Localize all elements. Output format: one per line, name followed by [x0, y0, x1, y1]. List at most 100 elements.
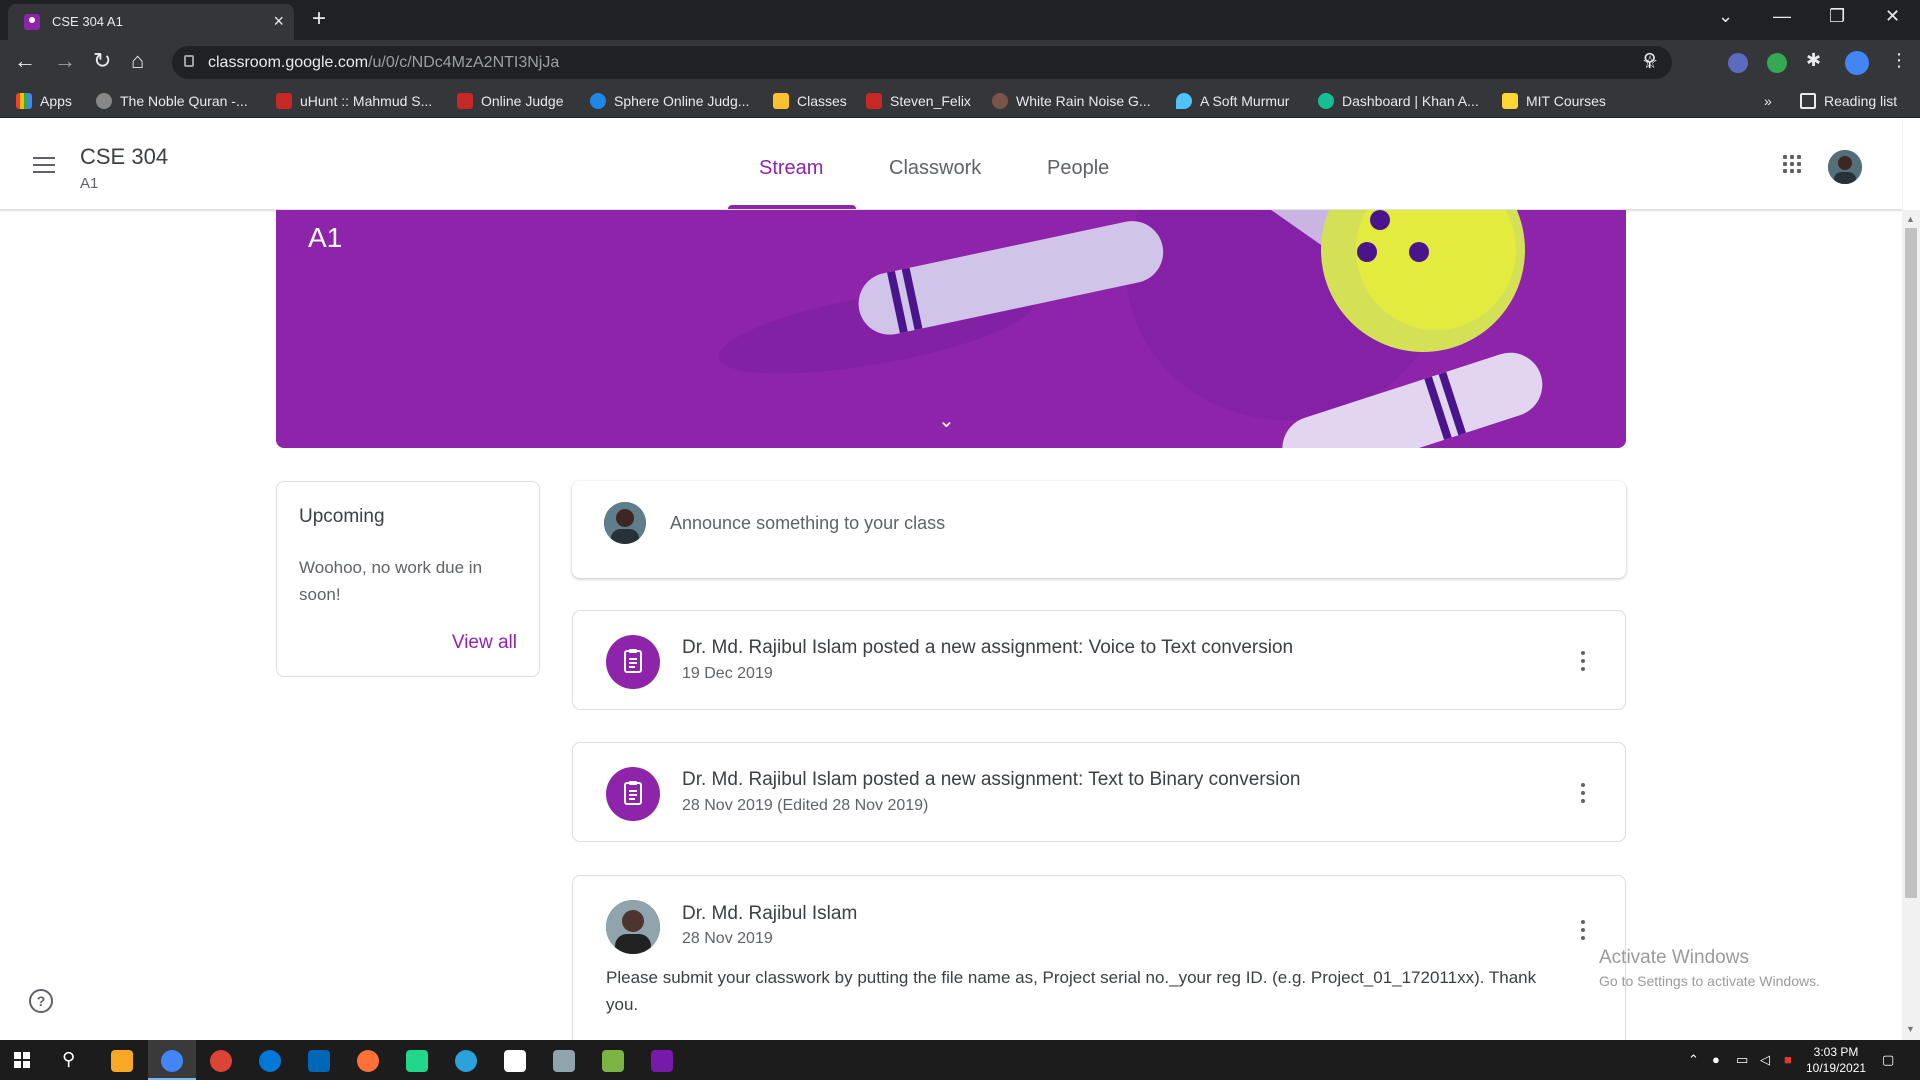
post-date: 19 Dec 2019 [682, 665, 773, 682]
vscode-icon[interactable] [308, 1050, 330, 1072]
onenote-icon[interactable] [651, 1050, 673, 1072]
spoj-icon [590, 93, 606, 109]
bookmark-white-rain[interactable]: White Rain Noise G... [992, 93, 1151, 109]
close-tab-icon[interactable]: × [273, 11, 284, 32]
profile-icon[interactable] [1845, 51, 1869, 75]
firefox-icon[interactable] [357, 1050, 379, 1072]
calculator-icon[interactable] [602, 1050, 624, 1072]
antivirus-icon[interactable]: ■ [1784, 1052, 1792, 1067]
close-window-icon[interactable]: ✕ [1885, 6, 1900, 27]
windows-start-icon[interactable] [14, 1052, 30, 1068]
url-text: classroom.google.com/u/0/c/NDc4MzA2NTI3N… [208, 54, 560, 71]
announce-box[interactable]: Announce something to your class [572, 481, 1626, 578]
stream-post[interactable]: Dr. Md. Rajibul Islam posted a new assig… [572, 610, 1626, 710]
restore-icon[interactable]: ❐ [1829, 6, 1845, 27]
class-title[interactable]: CSE 304 [80, 144, 168, 170]
upcoming-card: Upcoming Woohoo, no work due in soon! Vi… [276, 481, 540, 677]
microphone-icon[interactable]: ● [1712, 1052, 1720, 1067]
scroll-up-icon[interactable]: ▲ [1906, 214, 1915, 224]
network-icon[interactable]: ▭ [1736, 1052, 1748, 1068]
more-bookmarks-button[interactable]: » [1764, 93, 1772, 109]
active-tab-indicator [728, 205, 856, 209]
chrome-profile-icon[interactable] [210, 1050, 232, 1072]
notifications-icon[interactable]: ▢ [1882, 1052, 1894, 1068]
bookmark-uhunt[interactable]: uHunt :: Mahmud S... [276, 93, 432, 109]
google-apps-icon[interactable] [1783, 155, 1801, 173]
bookmark-spoj[interactable]: Sphere Online Judg... [590, 93, 749, 109]
bookmark-online-judge[interactable]: Online Judge [457, 93, 564, 109]
scroll-down-icon[interactable]: ▼ [1906, 1024, 1915, 1034]
minimize-icon[interactable]: — [1773, 6, 1791, 27]
more-options-icon[interactable] [1581, 920, 1585, 944]
activate-windows-watermark: Activate Windows Go to Settings to activ… [1599, 947, 1820, 989]
tab-search-icon[interactable]: ⌄ [1718, 6, 1733, 27]
tab-stream[interactable]: Stream [759, 157, 823, 180]
account-avatar[interactable] [1828, 150, 1862, 184]
extensions-puzzle-icon[interactable]: ✱ [1806, 50, 1821, 71]
author-avatar [606, 900, 660, 954]
uva-icon [866, 93, 882, 109]
upcoming-title: Upcoming [299, 506, 385, 527]
post-title[interactable]: Dr. Md. Rajibul Islam posted a new assig… [682, 637, 1293, 659]
forward-icon[interactable]: → [54, 48, 76, 74]
bookmark-quran[interactable]: The Noble Quran -... [96, 93, 248, 109]
uva-icon [276, 93, 292, 109]
bookmark-apps[interactable]: Apps [16, 93, 72, 109]
stream-post[interactable]: Dr. Md. Rajibul Islam posted a new assig… [572, 742, 1626, 842]
bookmark-steven-felix[interactable]: Steven_Felix [866, 93, 971, 109]
classroom-favicon-icon [24, 14, 40, 30]
edge-icon[interactable] [259, 1050, 281, 1072]
bookmark-khan[interactable]: Dashboard | Khan A... [1318, 93, 1479, 109]
menu-kebab-icon[interactable]: ⋮ [1890, 50, 1908, 71]
tab-title: CSE 304 A1 [52, 14, 123, 29]
tab-people[interactable]: People [1047, 157, 1109, 180]
home-icon[interactable]: ⌂ [131, 48, 144, 74]
search-icon[interactable]: ⚲ [62, 1049, 75, 1070]
assignment-icon [606, 635, 660, 689]
khan-icon [1318, 93, 1334, 109]
more-options-icon[interactable] [1581, 783, 1585, 807]
reading-list-icon [1800, 93, 1816, 109]
tray-chevron-icon[interactable]: ⌃ [1688, 1052, 1699, 1068]
chevron-down-icon[interactable]: ⌄ [938, 408, 955, 433]
reading-list-button[interactable]: Reading list [1800, 93, 1897, 109]
help-icon[interactable]: ? [29, 989, 53, 1013]
folder-icon [1502, 93, 1518, 109]
back-icon[interactable]: ← [14, 48, 36, 74]
page-scrollbar[interactable]: ▲ ▼ [1902, 210, 1920, 1040]
browser-tab[interactable]: CSE 304 A1 × [8, 4, 294, 40]
view-all-link[interactable]: View all [452, 632, 517, 654]
address-bar[interactable]: classroom.google.com/u/0/c/NDc4MzA2NTI3N… [172, 46, 1672, 79]
chrome-icon[interactable] [161, 1050, 183, 1072]
droplet-icon [1176, 93, 1192, 109]
tab-classwork[interactable]: Classwork [889, 157, 981, 180]
class-section: A1 [80, 175, 99, 192]
extension-icon[interactable] [1728, 53, 1748, 73]
windows-taskbar: ⚲ ⌃ ● ▭ ◁ ■ 3:03 PM 10/19/2021 ▢ [0, 1040, 1920, 1080]
class-banner: A1 ⌄ [276, 210, 1626, 448]
notion-icon[interactable] [504, 1050, 526, 1072]
bookmark-mit[interactable]: MIT Courses [1502, 93, 1606, 109]
new-tab-icon[interactable]: + [312, 5, 326, 33]
post-author: Dr. Md. Rajibul Islam [682, 903, 858, 924]
app-icon[interactable] [553, 1050, 575, 1072]
file-explorer-icon[interactable] [111, 1050, 133, 1072]
main-menu-icon[interactable] [33, 157, 55, 173]
bookmark-soft-murmur[interactable]: A Soft Murmur [1176, 93, 1289, 109]
banner-title: A1 [308, 222, 343, 253]
more-options-icon[interactable] [1581, 651, 1585, 675]
zoom-icon[interactable]: ⚲ [1643, 50, 1656, 71]
post-title[interactable]: Dr. Md. Rajibul Islam posted a new assig… [682, 769, 1301, 791]
extension-plus-icon[interactable] [1767, 53, 1787, 73]
pycharm-icon[interactable] [406, 1050, 428, 1072]
volume-icon[interactable]: ◁ [1760, 1052, 1770, 1068]
noise-icon [992, 93, 1008, 109]
scroll-thumb[interactable] [1905, 228, 1917, 898]
globe-icon [96, 93, 112, 109]
bookmark-classes[interactable]: Classes [773, 93, 847, 109]
assignment-icon [606, 767, 660, 821]
telegram-icon[interactable] [455, 1050, 477, 1072]
bookmarks-bar: Apps The Noble Quran -... uHunt :: Mahmu… [0, 85, 1920, 118]
reload-icon[interactable]: ↻ [93, 48, 111, 74]
system-clock[interactable]: 3:03 PM 10/19/2021 [1806, 1044, 1866, 1076]
